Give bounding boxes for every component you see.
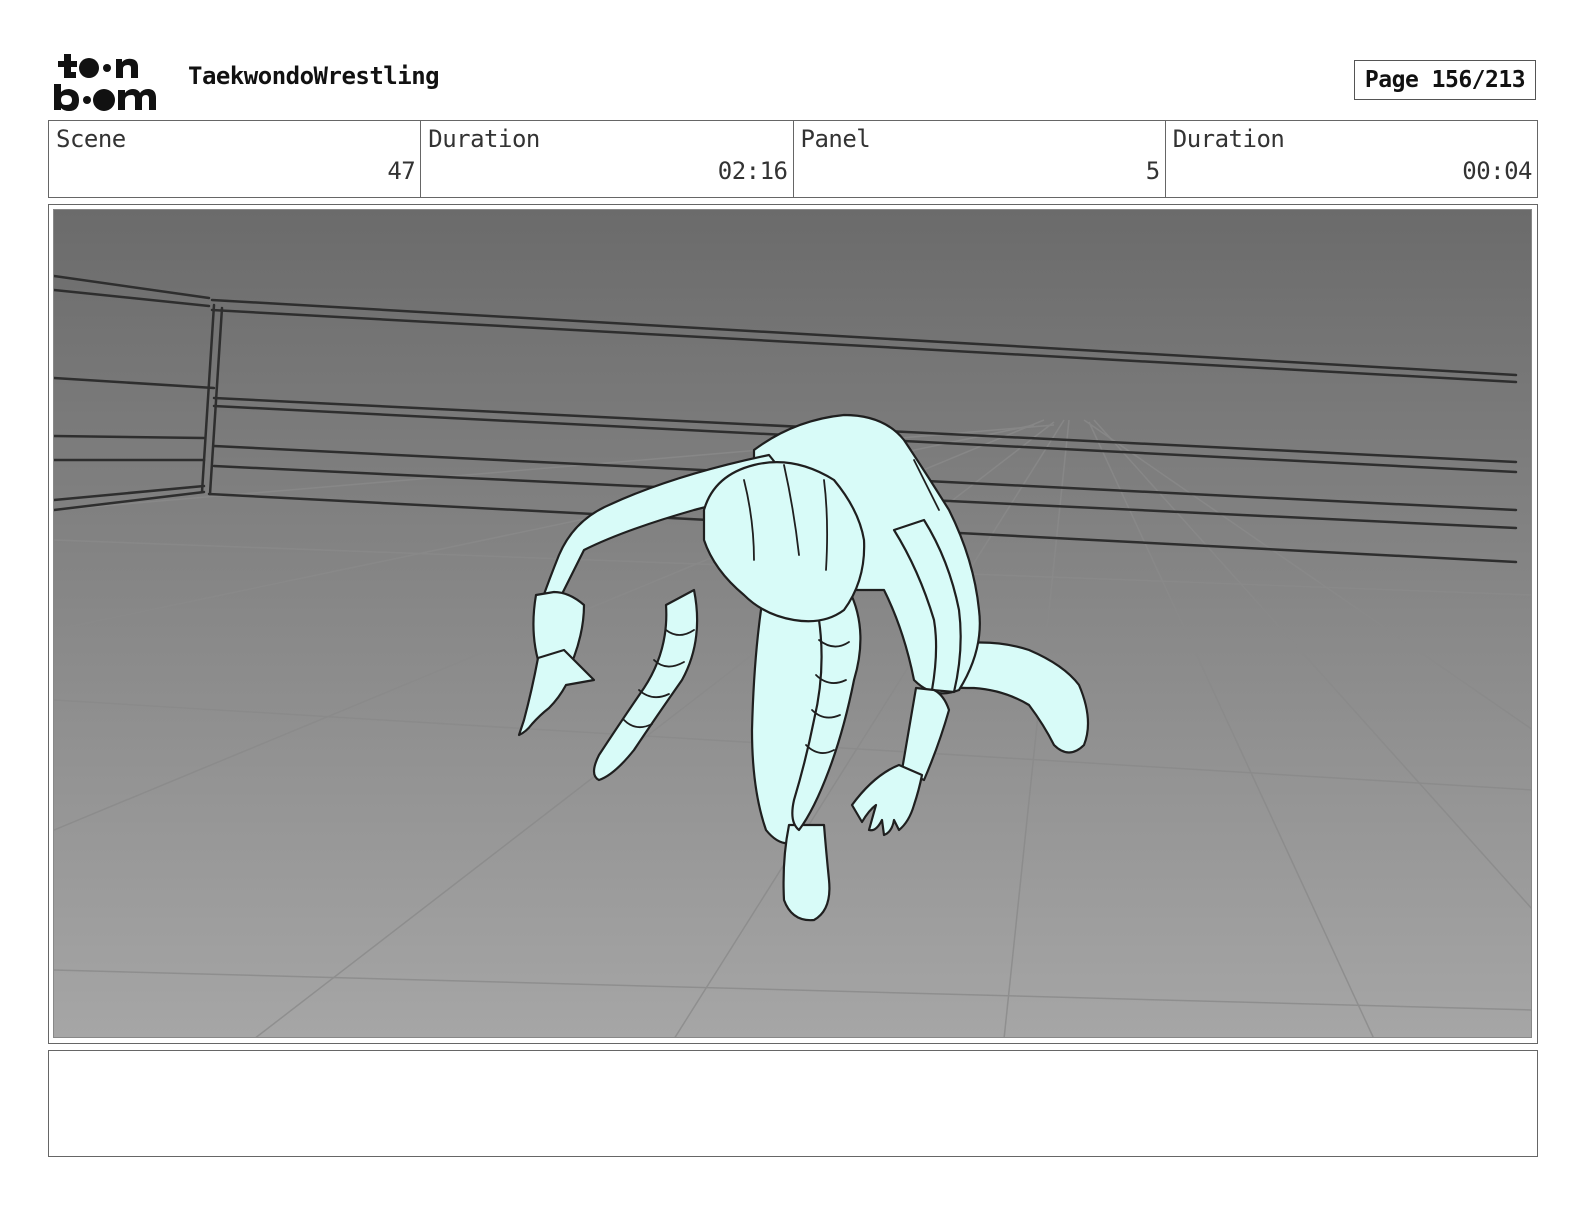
panel-value: 5: [1145, 157, 1160, 185]
scene-duration-value: 02:16: [717, 157, 788, 185]
scene-cell: Scene 47: [49, 121, 422, 197]
page-number: Page 156/213: [1354, 60, 1536, 100]
panel-duration-label: Duration: [1172, 125, 1285, 153]
panel-cell: Panel 5: [794, 121, 1166, 197]
toon-boom-logo-icon: [54, 54, 156, 111]
scene-value: 47: [387, 157, 416, 185]
panel-duration-cell: Duration 00:04: [1166, 121, 1537, 197]
notes-box: [48, 1050, 1538, 1157]
storyboard-panel-image: [53, 209, 1532, 1038]
project-title: TaekwondoWrestling: [188, 62, 440, 90]
panel-frame: [48, 204, 1538, 1044]
toon-boom-logo: [52, 50, 164, 112]
scene-label: Scene: [56, 125, 126, 153]
scene-duration-label: Duration: [428, 125, 540, 153]
info-table: Scene 47 Duration 02:16 Panel 5 Duration…: [48, 120, 1538, 198]
panel-label: Panel: [800, 125, 871, 153]
panel-duration-value: 00:04: [1462, 157, 1532, 185]
storyboard-sketch-icon: [54, 210, 1531, 1037]
scene-duration-cell: Duration 02:16: [421, 121, 794, 197]
